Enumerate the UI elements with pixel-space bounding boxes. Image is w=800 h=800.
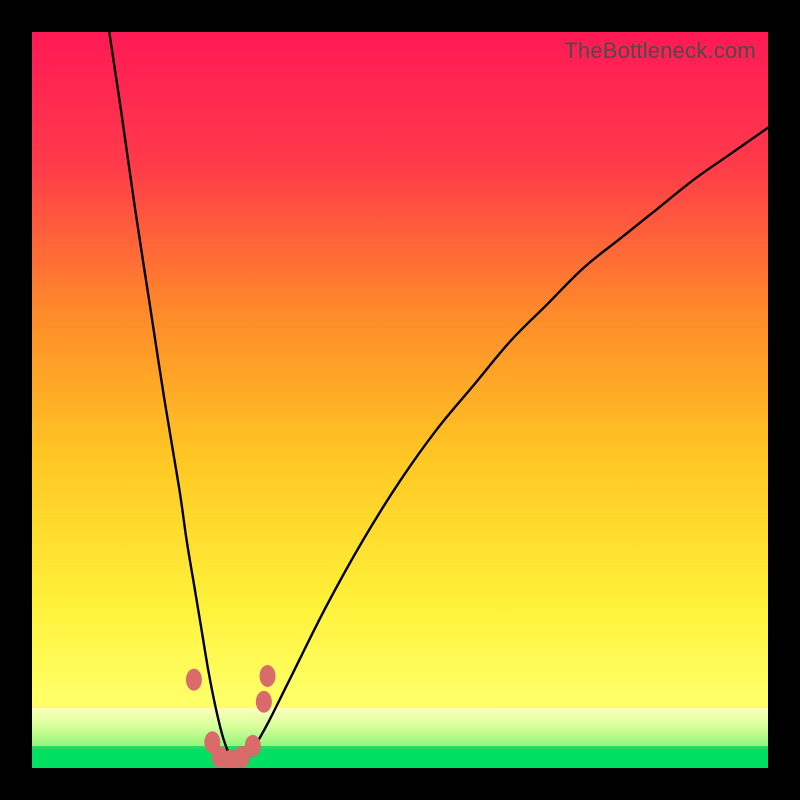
curve-marker [256,691,272,713]
curve-layer [32,32,768,768]
marker-group [186,665,276,768]
curve-marker [245,735,261,757]
watermark-text: TheBottleneck.com [564,38,756,64]
chart-frame: TheBottleneck.com [0,0,800,800]
plot-area: TheBottleneck.com [32,32,768,768]
bottleneck-curve [109,32,768,764]
curve-marker [260,665,276,687]
curve-marker [186,669,202,691]
